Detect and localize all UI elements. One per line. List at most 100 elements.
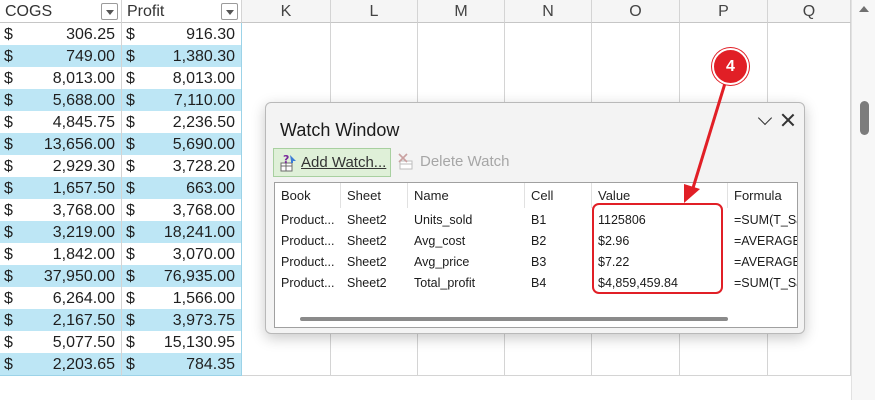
cogs-cell[interactable]: $13,656.00: [0, 133, 122, 156]
column-header-cogs[interactable]: COGS: [0, 0, 122, 23]
profit-cell[interactable]: $18,241.00: [122, 221, 242, 244]
list-header-book[interactable]: Book: [275, 183, 341, 208]
list-header-sheet[interactable]: Sheet: [341, 183, 408, 208]
empty-cell[interactable]: [768, 23, 851, 46]
empty-cell[interactable]: [242, 353, 331, 376]
currency-symbol: $: [126, 268, 135, 285]
empty-cell[interactable]: [242, 331, 331, 354]
empty-cell[interactable]: [331, 331, 418, 354]
vertical-scrollbar[interactable]: [851, 0, 875, 400]
column-letter-p[interactable]: P: [680, 0, 768, 23]
column-letter-l[interactable]: L: [331, 0, 418, 23]
filter-dropdown-icon[interactable]: [221, 3, 238, 20]
cogs-cell[interactable]: $37,950.00: [0, 265, 122, 288]
empty-cell[interactable]: [418, 353, 505, 376]
empty-cell[interactable]: [680, 353, 768, 376]
empty-cell[interactable]: [592, 23, 680, 46]
empty-cell[interactable]: [680, 23, 768, 46]
profit-cell[interactable]: $663.00: [122, 177, 242, 200]
watch-window[interactable]: Watch Window ? Add Watch... Delete Watch…: [265, 102, 805, 334]
column-letter-m[interactable]: M: [418, 0, 505, 23]
empty-cell[interactable]: [768, 331, 851, 354]
watch-formula-cell: =SUM(T_Sa: [734, 213, 798, 227]
profit-cell[interactable]: $2,236.50: [122, 111, 242, 134]
filter-dropdown-icon[interactable]: [101, 3, 118, 20]
profit-cell[interactable]: $76,935.00: [122, 265, 242, 288]
empty-cell[interactable]: [592, 67, 680, 90]
currency-symbol: $: [126, 136, 135, 153]
empty-cell[interactable]: [418, 23, 505, 46]
empty-cell[interactable]: [505, 331, 592, 354]
empty-cell[interactable]: [242, 45, 331, 68]
column-letter-o[interactable]: O: [592, 0, 680, 23]
cogs-cell[interactable]: $6,264.00: [0, 287, 122, 310]
column-header-profit[interactable]: Profit: [122, 0, 242, 23]
empty-cell[interactable]: [242, 23, 331, 46]
empty-cell[interactable]: [331, 67, 418, 90]
profit-cell[interactable]: $3,973.75: [122, 309, 242, 332]
empty-cell[interactable]: [505, 353, 592, 376]
scrollbar-thumb[interactable]: [860, 101, 869, 135]
profit-cell[interactable]: $7,110.00: [122, 89, 242, 112]
empty-cell[interactable]: [242, 67, 331, 90]
horizontal-scrollbar-thumb[interactable]: [300, 317, 728, 321]
empty-cell[interactable]: [592, 353, 680, 376]
empty-cell[interactable]: [505, 23, 592, 46]
watch-book-cell: Product...: [281, 213, 335, 227]
profit-cell[interactable]: $916.30: [122, 23, 242, 46]
empty-cell[interactable]: [418, 67, 505, 90]
list-header-formula[interactable]: Formula: [728, 183, 797, 208]
empty-cell[interactable]: [418, 331, 505, 354]
empty-cell[interactable]: [768, 67, 851, 90]
cell-value: 8,013.00: [172, 70, 235, 87]
empty-cell[interactable]: [418, 45, 505, 68]
profit-cell[interactable]: $784.35: [122, 353, 242, 376]
profit-cell[interactable]: $3,728.20: [122, 155, 242, 178]
close-icon[interactable]: [779, 111, 797, 129]
cogs-cell[interactable]: $749.00: [0, 45, 122, 68]
column-letter-n[interactable]: N: [505, 0, 592, 23]
add-watch-button[interactable]: ? Add Watch...: [273, 148, 391, 177]
cogs-cell[interactable]: $2,929.30: [0, 155, 122, 178]
profit-cell[interactable]: $15,130.95: [122, 331, 242, 354]
currency-symbol: $: [4, 70, 13, 87]
cogs-cell[interactable]: $2,203.65: [0, 353, 122, 376]
collapse-chevron-icon[interactable]: [757, 111, 775, 129]
profit-cell[interactable]: $1,566.00: [122, 287, 242, 310]
list-header-cell[interactable]: Cell: [525, 183, 592, 208]
cogs-cell[interactable]: $2,167.50: [0, 309, 122, 332]
empty-cell[interactable]: [768, 45, 851, 68]
empty-cell[interactable]: [768, 353, 851, 376]
cogs-cell[interactable]: $1,657.50: [0, 177, 122, 200]
empty-cell[interactable]: [505, 45, 592, 68]
scroll-up-icon[interactable]: [859, 6, 869, 12]
empty-cell[interactable]: [680, 331, 768, 354]
cogs-cell[interactable]: $5,077.50: [0, 331, 122, 354]
empty-cell[interactable]: [592, 331, 680, 354]
cogs-cell[interactable]: $3,219.00: [0, 221, 122, 244]
cogs-cell[interactable]: $306.25: [0, 23, 122, 46]
cogs-cell[interactable]: $1,842.00: [0, 243, 122, 266]
value-highlight-box: [592, 203, 723, 294]
profit-cell[interactable]: $5,690.00: [122, 133, 242, 156]
cogs-cell[interactable]: $8,013.00: [0, 67, 122, 90]
profit-cell[interactable]: $8,013.00: [122, 67, 242, 90]
column-letter-q[interactable]: Q: [768, 0, 851, 23]
empty-cell[interactable]: [331, 23, 418, 46]
profit-cell[interactable]: $3,070.00: [122, 243, 242, 266]
profit-cell[interactable]: $3,768.00: [122, 199, 242, 222]
empty-cell[interactable]: [331, 353, 418, 376]
empty-cell[interactable]: [331, 45, 418, 68]
empty-cell[interactable]: [592, 45, 680, 68]
column-letter-k[interactable]: K: [242, 0, 331, 23]
cell-value: 306.25: [66, 26, 115, 43]
empty-cell[interactable]: [505, 67, 592, 90]
cogs-cell[interactable]: $4,845.75: [0, 111, 122, 134]
cogs-cell[interactable]: $3,768.00: [0, 199, 122, 222]
currency-symbol: $: [126, 246, 135, 263]
delete-watch-button[interactable]: Delete Watch: [395, 148, 517, 177]
watch-name-cell: Total_profit: [414, 276, 476, 290]
list-header-name[interactable]: Name: [408, 183, 525, 208]
profit-cell[interactable]: $1,380.30: [122, 45, 242, 68]
cogs-cell[interactable]: $5,688.00: [0, 89, 122, 112]
